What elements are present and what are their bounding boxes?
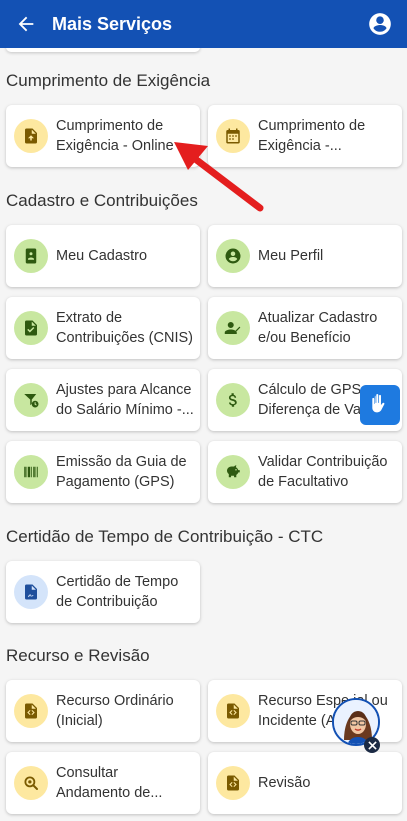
calendar-icon [216, 119, 250, 153]
account-circle-icon[interactable] [367, 11, 393, 37]
section-title-cadastro: Cadastro e Contribuições [6, 191, 198, 210]
section-title-recurso: Recurso e Revisão [6, 646, 150, 665]
search-doc-icon [14, 766, 48, 800]
barcode-icon [14, 455, 48, 489]
sign-language-icon [372, 394, 385, 413]
card-revisao[interactable]: Revisão [208, 752, 402, 814]
sign-language-button[interactable] [360, 385, 400, 425]
piggy-bank-icon [216, 455, 250, 489]
card-label: Atualizar Cadastro e/ou Benefício [258, 310, 378, 346]
file-code-icon [216, 694, 250, 728]
dollar-icon [216, 383, 250, 417]
account-icon [216, 239, 250, 273]
card-label: Emissão da Guia de Pagamento (GPS) [56, 454, 187, 490]
close-icon [367, 740, 377, 750]
file-code-icon [216, 766, 250, 800]
card-meu-cadastro[interactable]: Meu Cadastro [6, 225, 200, 287]
file-check-icon [14, 311, 48, 345]
card-label: Revisão [258, 775, 311, 791]
card-label: Recurso Ordinário (Inicial) [56, 693, 174, 729]
id-badge-icon [14, 239, 48, 273]
card-label: Extrato de Contribuições (CNIS) [56, 310, 193, 346]
card-label: Cumprimento de Exigência -... [258, 118, 366, 154]
card-label: Ajustes para Alcance do Salário Mínimo -… [56, 382, 194, 418]
back-button[interactable] [0, 0, 52, 48]
card-label: Meu Cadastro [56, 248, 148, 264]
partial-card [6, 48, 200, 52]
card-cumprimento-exigencia-online[interactable]: Cumprimento de Exigência - Online [6, 105, 200, 167]
file-upload-icon [14, 119, 48, 153]
card-certidao-tempo-contribuicao[interactable]: Certidão de Tempo de Contribuição [6, 561, 200, 623]
card-extrato-cnis[interactable]: Extrato de Contribuições (CNIS) [6, 297, 200, 359]
card-label: Recurso Espe ial ou Incidente (A [258, 693, 388, 729]
card-consultar-andamento[interactable]: Consultar Andamento de... [6, 752, 200, 814]
card-ajustes-salario-minimo[interactable]: Ajustes para Alcance do Salário Mínimo -… [6, 369, 200, 431]
card-emissao-gps[interactable]: Emissão da Guia de Pagamento (GPS) [6, 441, 200, 503]
app-bar: Mais Serviços [0, 0, 407, 48]
section-title-ctc: Certidão de Tempo de Contribuição - CTC [6, 527, 324, 546]
card-cumprimento-exigencia-agendamento[interactable]: Cumprimento de Exigência -... [208, 105, 402, 167]
arrow-left-icon [18, 16, 34, 32]
close-assistant-button[interactable] [364, 737, 380, 753]
filter-clock-icon [14, 383, 48, 417]
page-title: Mais Serviços [52, 13, 173, 34]
user-edit-icon [216, 311, 250, 345]
card-label: Certidão de Tempo de Contribuição [56, 574, 179, 610]
card-atualizar-cadastro[interactable]: Atualizar Cadastro e/ou Benefício [208, 297, 402, 359]
card-label: Validar Contribuição de Facultativo Baix… [258, 454, 388, 490]
section-title-exigencia: Cumprimento de Exigência [6, 71, 211, 90]
card-validar-facultativo[interactable]: Validar Contribuição de Facultativo Baix… [208, 441, 402, 503]
card-label: Consultar Andamento de... [56, 765, 163, 801]
file-sign-icon [14, 575, 48, 609]
card-recurso-ordinario[interactable]: Recurso Ordinário (Inicial) [6, 680, 200, 742]
card-meu-perfil[interactable]: Meu Perfil [208, 225, 402, 287]
card-label: Cumprimento de Exigência - Online [56, 118, 174, 154]
card-label: Meu Perfil [258, 248, 324, 264]
file-code-icon [14, 694, 48, 728]
